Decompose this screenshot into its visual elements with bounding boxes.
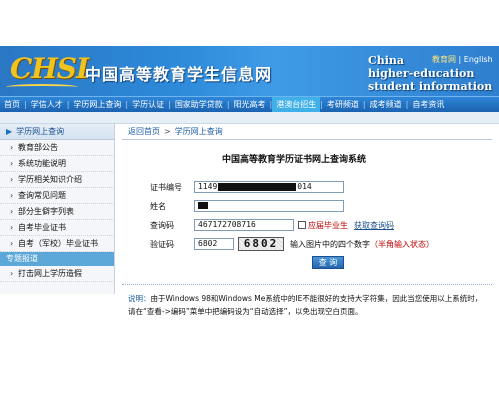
sidebar-item-military-cert[interactable]: › 自考（军校）毕业证书 bbox=[0, 236, 114, 252]
top-spacer bbox=[0, 34, 499, 46]
name-row: 姓名 bbox=[150, 199, 344, 213]
bullet-icon: › bbox=[10, 207, 14, 216]
nav-postgrad[interactable]: 考研频道 bbox=[323, 97, 363, 113]
nav-degree-cert[interactable]: 学历认证 bbox=[128, 97, 168, 113]
sidebar-item-label: 部分生僻字列表 bbox=[18, 207, 74, 216]
sidebar-item-self-study-cert[interactable]: › 自考毕业证书 bbox=[0, 220, 114, 236]
cert-number-input[interactable]: 1149 014 bbox=[194, 181, 344, 193]
logo-swoosh-icon bbox=[6, 84, 78, 90]
sidebar-head[interactable]: ▶ 学历网上查询 bbox=[0, 124, 114, 140]
nav-home[interactable]: 首页 bbox=[0, 97, 24, 113]
bullet-icon: › bbox=[10, 159, 14, 168]
note-line-2: 请在“查看->编码”菜单中把编码设为“自动选择”，以免出现空白页面。 bbox=[128, 307, 363, 316]
main-nav: 首页 | 学信人才 | 学历网上查询 | 学历认证 | 国家助学贷款 | 阳光高考 | 港澳… bbox=[0, 96, 499, 113]
nav-hk-macau-tw[interactable]: 港澳台招生 bbox=[272, 96, 321, 113]
cert-number-label: 证书编号 bbox=[150, 182, 182, 192]
nav-talent[interactable]: 学信人才 bbox=[27, 97, 67, 113]
english-title-line-3: student information bbox=[368, 80, 493, 93]
captcha-image[interactable]: 6802 bbox=[238, 237, 284, 251]
edu-net-link[interactable]: 教育网 bbox=[432, 55, 456, 64]
top-links-separator: | bbox=[456, 55, 464, 64]
nav-degree-query[interactable]: 学历网上查询 bbox=[69, 97, 125, 113]
captcha-row: 验证码 6802 6802 输入图片中的四个数字 （半角输入状态） bbox=[150, 237, 434, 251]
nav-sunshine-exam[interactable]: 阳光高考 bbox=[230, 97, 270, 113]
chsi-logo[interactable]: CHSI bbox=[10, 52, 89, 86]
sidebar-item-label: 学历相关知识介绍 bbox=[18, 175, 82, 184]
cert-number-suffix: 014 bbox=[297, 182, 312, 191]
sidebar-item-label: 自考（军校）毕业证书 bbox=[18, 239, 98, 248]
captcha-hint: 输入图片中的四个数字 bbox=[290, 239, 370, 249]
site-title: 中国高等教育学生信息网 bbox=[85, 65, 273, 84]
captcha-input[interactable]: 6802 bbox=[194, 238, 234, 250]
captcha-label: 验证码 bbox=[150, 239, 174, 249]
captcha-hint-halfwidth: （半角输入状态） bbox=[370, 239, 434, 249]
english-title-line-2: higher-education bbox=[368, 67, 475, 80]
arrow-right-icon: ▶ bbox=[6, 127, 13, 136]
breadcrumb-separator: > bbox=[164, 127, 171, 136]
nav-adult-exam[interactable]: 成考频道 bbox=[366, 97, 406, 113]
sidebar-item-anti-fraud[interactable]: › 打击网上学历造假 bbox=[0, 266, 114, 282]
cert-number-row: 证书编号 1149 014 bbox=[150, 180, 344, 194]
breadcrumb-current[interactable]: 学历网上查询 bbox=[175, 127, 223, 136]
sub-bar bbox=[0, 112, 499, 124]
form-title: 中国高等教育学历证书网上查询系统 bbox=[222, 155, 367, 165]
english-link[interactable]: English bbox=[464, 55, 493, 64]
bullet-icon: › bbox=[10, 239, 14, 248]
sidebar-item-label: 系统功能说明 bbox=[18, 159, 66, 168]
sidebar-item-faq[interactable]: › 查询常见问题 bbox=[0, 188, 114, 204]
bullet-icon: › bbox=[10, 269, 14, 278]
nav-student-loan[interactable]: 国家助学贷款 bbox=[171, 97, 227, 113]
name-label: 姓名 bbox=[150, 201, 166, 211]
bullet-icon: › bbox=[10, 175, 14, 184]
sidebar-item-announcement[interactable]: › 教育部公告 bbox=[0, 140, 114, 156]
nav-self-study[interactable]: 自考资讯 bbox=[408, 97, 448, 113]
query-code-row: 查询码 467172708716 应届毕业生 获取查询码 bbox=[150, 218, 394, 232]
sidebar-item-rare-chars[interactable]: › 部分生僻字列表 bbox=[0, 204, 114, 220]
query-submit-button[interactable]: 查 询 bbox=[312, 256, 344, 269]
bullet-icon: › bbox=[10, 143, 14, 152]
sidebar-section-title: 专题报道 bbox=[0, 252, 114, 266]
browser-note: 说明：由于Windows 98和Windows Me系统中的IE不能很好的支持大… bbox=[128, 292, 494, 318]
sidebar-item-label: 查询常见问题 bbox=[18, 191, 66, 200]
graduate-checkbox-label: 应届毕业生 bbox=[308, 220, 348, 230]
note-label: 说明： bbox=[128, 294, 151, 303]
sidebar-item-label: 教育部公告 bbox=[18, 143, 58, 152]
breadcrumb-home-link[interactable]: 返回首页 bbox=[128, 127, 160, 136]
bullet-icon: › bbox=[10, 223, 14, 232]
sidebar-head-label: 学历网上查询 bbox=[16, 127, 65, 136]
query-code-input[interactable]: 467172708716 bbox=[194, 219, 294, 231]
cert-number-prefix: 1149 bbox=[198, 182, 218, 191]
sidebar-item-system-info[interactable]: › 系统功能说明 bbox=[0, 156, 114, 172]
sidebar-item-knowledge[interactable]: › 学历相关知识介绍 bbox=[0, 172, 114, 188]
page: CHSI 中国高等教育学生信息网 China higher-education … bbox=[0, 0, 499, 413]
site-header: CHSI 中国高等教育学生信息网 China higher-education … bbox=[0, 46, 499, 96]
sidebar-item-label: 打击网上学历造假 bbox=[18, 269, 82, 278]
top-links: 教育网 | English bbox=[432, 54, 493, 65]
query-code-label: 查询码 bbox=[150, 220, 174, 230]
name-input[interactable] bbox=[194, 200, 344, 212]
sidebar: ▶ 学历网上查询 › 教育部公告 › 系统功能说明 › 学历相关知识介绍 › 查询常见问题… bbox=[0, 124, 115, 294]
main-content: 返回首页 > 学历网上查询 中国高等教育学历证书网上查询系统 证书编号 1149 01… bbox=[122, 124, 499, 334]
redaction-block bbox=[218, 182, 297, 191]
note-line-1: 由于Windows 98和Windows Me系统中的IE不能很好的支持大字符集… bbox=[150, 294, 483, 303]
bullet-icon: › bbox=[10, 191, 14, 200]
get-query-code-link[interactable]: 获取查询码 bbox=[354, 220, 394, 231]
sidebar-item-label: 自考毕业证书 bbox=[18, 223, 66, 232]
graduate-checkbox[interactable] bbox=[298, 221, 306, 229]
content-divider bbox=[122, 284, 492, 285]
redaction-block bbox=[198, 202, 208, 209]
breadcrumb: 返回首页 > 学历网上查询 bbox=[122, 124, 492, 140]
